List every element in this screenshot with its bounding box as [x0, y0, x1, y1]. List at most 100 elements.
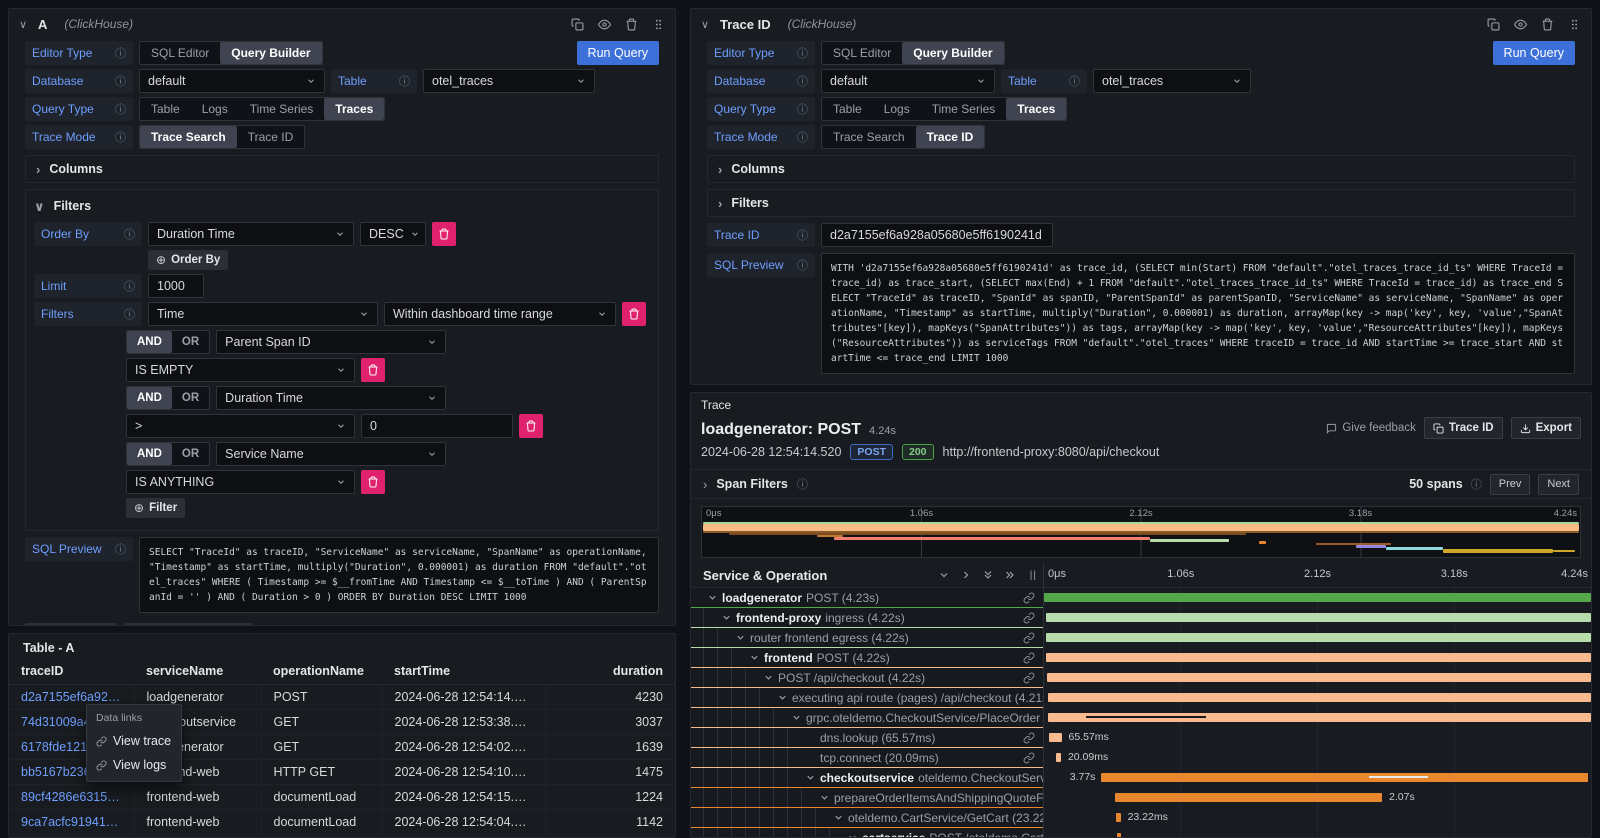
span-bar[interactable]	[1056, 753, 1061, 762]
span-gantt-cell[interactable]	[1043, 588, 1591, 608]
remove-condition-button[interactable]	[361, 470, 385, 494]
expand-all-icon[interactable]	[1004, 569, 1016, 581]
span-row[interactable]: cartservicePOST /oteldemo.CartService/Ge…	[691, 828, 1591, 838]
span-name-cell[interactable]: prepareOrderItemsAndShippingQuoteFromCar…	[691, 788, 1043, 808]
add-order-by-button[interactable]: ⊕Order By	[148, 250, 228, 270]
span-gantt-cell[interactable]	[1043, 828, 1591, 838]
span-bar[interactable]	[1046, 613, 1591, 622]
query-type-table[interactable]: Table	[140, 98, 191, 120]
span-name-cell[interactable]: checkoutserviceoteldemo.CheckoutService/…	[691, 768, 1043, 788]
condition-field-select[interactable]: Parent Span ID	[216, 330, 446, 354]
col-duration[interactable]: duration	[545, 660, 675, 685]
add-filter-button[interactable]: ⊕Filter	[126, 498, 185, 518]
span-name-cell[interactable]: executing api route (pages) /api/checkou…	[691, 688, 1043, 708]
limit-input[interactable]	[148, 274, 204, 298]
sql-editor-option[interactable]: SQL Editor	[140, 42, 220, 64]
trace-id-link[interactable]: 89cf4286e631591b4...	[9, 785, 134, 810]
query-type-traces[interactable]: Traces	[324, 98, 384, 120]
span-link-icon[interactable]	[1023, 672, 1043, 684]
run-query-button[interactable]: Run Query	[1493, 41, 1575, 65]
chevron-down-icon[interactable]	[721, 612, 732, 623]
or-option[interactable]: OR	[172, 387, 209, 409]
span-name-cell[interactable]: oteldemo.CartService/GetCart (23.22ms)	[691, 808, 1043, 828]
filters-section-toggle[interactable]: › Filters	[707, 189, 1575, 217]
condition-field-select[interactable]: Service Name	[216, 442, 446, 466]
span-name-cell[interactable]: tcp.connect (20.09ms)	[691, 748, 1043, 768]
or-option[interactable]: OR	[172, 443, 209, 465]
eye-icon[interactable]	[1514, 18, 1527, 31]
span-gantt-cell[interactable]	[1043, 668, 1591, 688]
panel-a-header[interactable]: ∨ A (ClickHouse)	[9, 9, 675, 39]
trace-id-link[interactable]: 9ca7acfc91941806ca...	[9, 810, 134, 835]
condition-value-input[interactable]	[361, 414, 513, 438]
add-query-button[interactable]: +Add query	[707, 384, 799, 385]
run-query-button[interactable]: Run Query	[577, 41, 659, 65]
span-row[interactable]: dns.lookup (65.57ms)65.57ms	[691, 728, 1591, 748]
span-link-icon[interactable]	[1023, 732, 1043, 744]
condition-operator-select[interactable]: IS ANYTHING	[126, 470, 355, 494]
view-trace-link[interactable]: View trace	[87, 729, 181, 753]
span-bar[interactable]	[1048, 693, 1591, 702]
span-gantt-cell[interactable]: 3.77s	[1043, 768, 1591, 788]
span-link-icon[interactable]	[1023, 652, 1043, 664]
trace-id-copy-button[interactable]: Trace ID	[1424, 417, 1503, 439]
span-link-icon[interactable]	[1023, 752, 1043, 764]
chevron-down-icon[interactable]	[735, 632, 746, 643]
view-logs-link[interactable]: View logs	[87, 753, 181, 777]
panel-collapse-icon[interactable]: ∨	[19, 18, 31, 31]
query-builder-option[interactable]: Query Builder	[902, 42, 1003, 64]
chevron-down-icon[interactable]	[777, 692, 788, 703]
filter-field-select[interactable]: Time	[148, 302, 378, 326]
span-row[interactable]: prepareOrderItemsAndShippingQuoteFromCar…	[691, 788, 1591, 808]
panel-b-header[interactable]: ∨ Trace ID (ClickHouse)	[691, 9, 1591, 39]
order-by-direction-select[interactable]: DESC	[360, 222, 426, 246]
span-gantt-cell[interactable]: 65.57ms	[1043, 728, 1591, 748]
query-builder-option[interactable]: Query Builder	[220, 42, 321, 64]
span-gantt-cell[interactable]: 2.07s	[1043, 788, 1591, 808]
eye-icon[interactable]	[598, 18, 611, 31]
columns-section-toggle[interactable]: › Columns	[707, 155, 1575, 183]
table-select[interactable]: otel_traces	[1093, 69, 1251, 93]
span-bar[interactable]	[1116, 813, 1120, 822]
trace-id-input[interactable]	[821, 223, 1053, 247]
chevron-right-icon[interactable]: ›	[703, 478, 707, 491]
chevron-down-icon[interactable]	[847, 832, 858, 838]
filters-section-toggle[interactable]: ∨ Filters	[34, 194, 650, 218]
database-select[interactable]: default	[821, 69, 995, 93]
collapse-all-icon[interactable]	[982, 569, 994, 581]
duplicate-icon[interactable]	[571, 18, 584, 31]
order-by-field-select[interactable]: Duration Time	[148, 222, 354, 246]
span-bar[interactable]	[1044, 593, 1591, 602]
or-option[interactable]: OR	[172, 331, 209, 353]
give-feedback-link[interactable]: Give feedback	[1326, 422, 1416, 434]
trash-icon[interactable]	[625, 18, 638, 31]
col-traceid[interactable]: traceID	[9, 660, 134, 685]
span-row[interactable]: frontend-proxyingress (4.22s)	[691, 608, 1591, 628]
remove-condition-button[interactable]	[361, 358, 385, 382]
span-gantt-cell[interactable]	[1043, 688, 1591, 708]
remove-filter-button[interactable]	[622, 302, 646, 326]
trace-id-option[interactable]: Trace ID	[237, 126, 305, 148]
chevron-down-icon[interactable]	[805, 772, 816, 783]
chevron-down-icon[interactable]	[833, 812, 844, 823]
filter-operator-select[interactable]: Within dashboard time range	[384, 302, 616, 326]
collapse-one-icon[interactable]	[938, 569, 950, 581]
duplicate-icon[interactable]	[1487, 18, 1500, 31]
add-query-button[interactable]: +Add query	[25, 623, 117, 626]
span-gantt-cell[interactable]: 20.09ms	[1043, 748, 1591, 768]
query-inspector-button[interactable]: ⓘQuery inspector	[807, 384, 935, 385]
and-option[interactable]: AND	[127, 443, 172, 465]
span-name-cell[interactable]: loadgeneratorPOST (4.23s)	[691, 588, 1043, 608]
span-link-icon[interactable]	[1023, 592, 1043, 604]
query-type-logs[interactable]: Logs	[191, 98, 239, 120]
span-bar[interactable]	[1046, 633, 1591, 642]
trace-id-option[interactable]: Trace ID	[916, 126, 985, 148]
span-name-cell[interactable]: dns.lookup (65.57ms)	[691, 728, 1043, 748]
span-row[interactable]: POST /api/checkout (4.22s)	[691, 668, 1591, 688]
remove-condition-button[interactable]	[519, 414, 543, 438]
table-select[interactable]: otel_traces	[423, 69, 595, 93]
trace-search-option[interactable]: Trace Search	[140, 126, 237, 148]
span-bar[interactable]	[1049, 733, 1061, 742]
column-resize-handle[interactable]: ||	[1030, 570, 1037, 581]
span-row[interactable]: frontendPOST (4.22s)	[691, 648, 1591, 668]
